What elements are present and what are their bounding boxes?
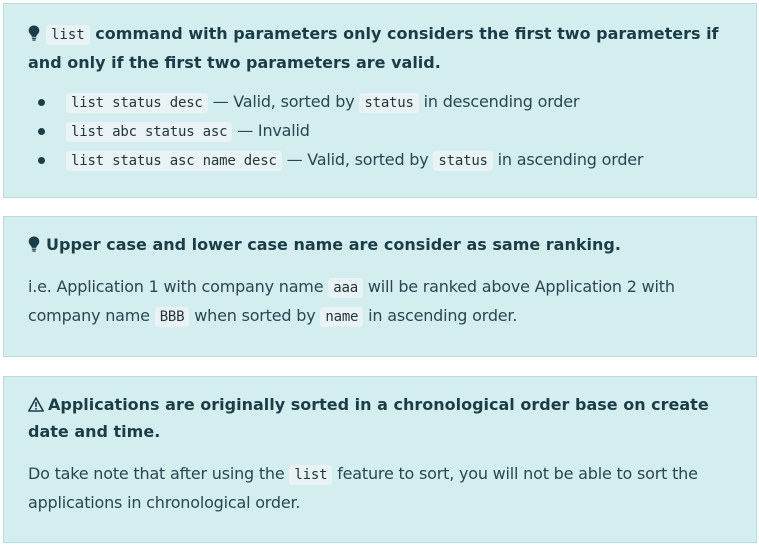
tip-callout-case-ranking: Upper case and lower case name are consi… <box>3 216 757 357</box>
inline-code: status <box>359 93 419 113</box>
inline-code: list status desc <box>66 93 208 113</box>
list-item-text: in descending order <box>423 92 580 111</box>
lightbulb-icon <box>28 236 40 252</box>
tip-callout-list-parameters: list command with parameters only consid… <box>3 3 757 198</box>
inline-code: name <box>320 307 364 327</box>
callout-title-text: Upper case and lower case name are consi… <box>46 235 621 254</box>
callout-title: Applications are originally sorted in a … <box>28 391 732 445</box>
list-item: list status asc name desc — Valid, sorte… <box>38 146 732 175</box>
callout-body: Do take note that after using the list f… <box>28 464 698 512</box>
list-item-text: — Valid, sorted by <box>286 150 429 169</box>
examples-list: list status desc — Valid, sorted by stat… <box>28 88 732 175</box>
inline-code: list <box>46 25 90 45</box>
callout-title: list command with parameters only consid… <box>28 20 732 76</box>
callout-title-text: command with parameters only considers t… <box>28 24 719 72</box>
lightbulb-icon <box>28 25 40 41</box>
warning-callout-chronological-order: Applications are originally sorted in a … <box>3 376 757 543</box>
inline-code: list <box>289 465 333 485</box>
list-item-text: in ascending order <box>497 150 644 169</box>
inline-code: status <box>433 151 493 171</box>
list-item: list abc status asc — Invalid <box>38 117 732 146</box>
list-item-text: — Invalid <box>237 121 310 140</box>
inline-code: aaa <box>328 278 363 298</box>
inline-code: list abc status asc <box>66 122 233 142</box>
warning-icon <box>28 397 44 412</box>
list-item-text: — Valid, sorted by <box>212 92 355 111</box>
list-item: list status desc — Valid, sorted by stat… <box>38 88 732 117</box>
callout-title: Upper case and lower case name are consi… <box>28 231 732 258</box>
callout-title-text: Applications are originally sorted in a … <box>28 395 709 441</box>
inline-code: BBB <box>154 307 190 327</box>
callout-body: i.e. Application 1 with company name aaa… <box>28 277 675 327</box>
inline-code: list status asc name desc <box>66 151 282 171</box>
